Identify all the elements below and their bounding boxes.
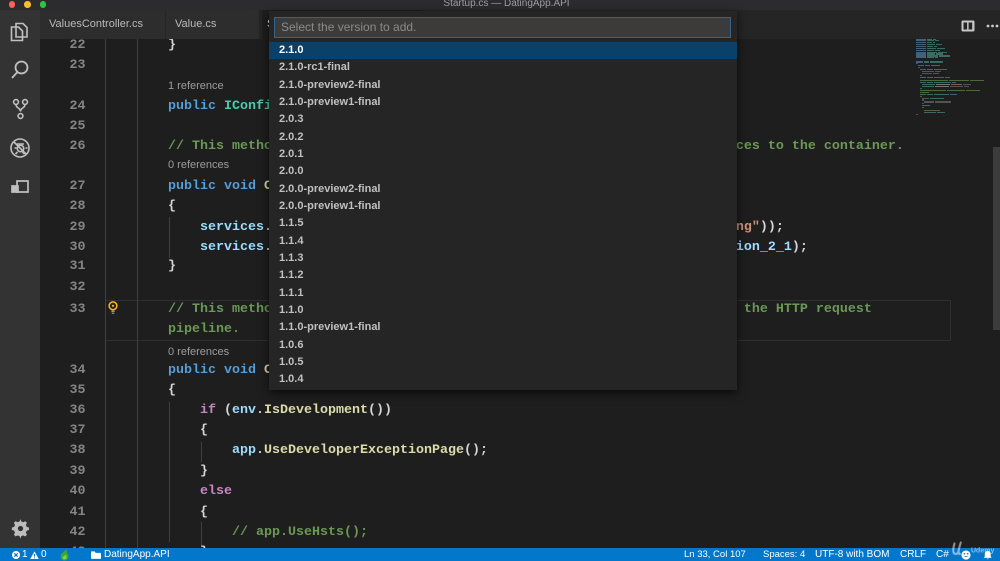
svg-text:Udemy: Udemy — [971, 548, 994, 555]
